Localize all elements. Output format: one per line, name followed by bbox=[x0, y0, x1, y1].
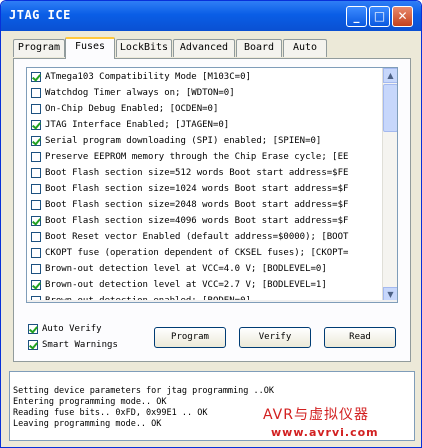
fuse-label: Boot Flash section size=4096 words Boot … bbox=[45, 216, 349, 226]
fuse-item[interactable]: On-Chip Debug Enabled; [OCDEN=0] bbox=[31, 102, 383, 117]
fuse-label: Boot Flash section size=2048 words Boot … bbox=[45, 200, 349, 210]
fuse-item[interactable]: Serial program downloading (SPI) enabled… bbox=[31, 134, 383, 149]
fuse-item[interactable]: Boot Flash section size=4096 words Boot … bbox=[31, 214, 383, 229]
fuse-label: Boot Reset vector Enabled (default addre… bbox=[45, 232, 349, 242]
watermark-title: AVR与虚拟仪器 bbox=[263, 407, 369, 423]
fuse-list-scrollbar[interactable]: ▲ ▼ bbox=[382, 68, 397, 302]
log-line: Entering programming mode.. OK bbox=[13, 397, 167, 407]
fuse-label: Boot Flash section size=512 words Boot s… bbox=[45, 168, 349, 178]
fuse-item[interactable]: Preserve EEPROM memory through the Chip … bbox=[31, 150, 383, 165]
auto-verify-label: Auto Verify bbox=[42, 324, 102, 334]
fuse-checkbox[interactable] bbox=[31, 248, 41, 258]
fuse-checkbox[interactable] bbox=[31, 232, 41, 242]
fuse-item[interactable]: Boot Flash section size=1024 words Boot … bbox=[31, 182, 383, 197]
fuse-label: Serial program downloading (SPI) enabled… bbox=[45, 136, 322, 146]
fuse-label: JTAG Interface Enabled; [JTAGEN=0] bbox=[45, 120, 230, 130]
fuse-label: Boot Flash section size=1024 words Boot … bbox=[45, 184, 349, 194]
fuse-label: Preserve EEPROM memory through the Chip … bbox=[45, 152, 349, 162]
fuse-item[interactable]: Brown-out detection level at VCC=2.7 V; … bbox=[31, 278, 383, 293]
scroll-thumb[interactable] bbox=[383, 84, 397, 132]
fuse-label: CKOPT fuse (operation dependent of CKSEL… bbox=[45, 248, 349, 258]
smart-warnings-checkbox[interactable] bbox=[28, 340, 38, 350]
fuse-checkbox[interactable] bbox=[31, 280, 41, 290]
smart-warnings-option[interactable]: Smart Warnings bbox=[28, 338, 148, 352]
log-line: Leaving programming mode.. OK bbox=[13, 419, 162, 429]
horizontal-scrollbar[interactable] bbox=[27, 300, 397, 302]
fuse-list[interactable]: ATmega103 Compatibility Mode [M103C=0] W… bbox=[26, 67, 398, 303]
jtag-ice-window: JTAG ICE _ □ ✕ Program Fuses LockBits Ad… bbox=[0, 0, 422, 448]
fuse-checkbox[interactable] bbox=[31, 120, 41, 130]
fuse-label: On-Chip Debug Enabled; [OCDEN=0] bbox=[45, 104, 219, 114]
fuses-panel: ATmega103 Compatibility Mode [M103C=0] W… bbox=[13, 58, 411, 362]
log-line: Setting device parameters for jtag progr… bbox=[13, 386, 274, 396]
fuse-label: Watchdog Timer always on; [WDTON=0] bbox=[45, 88, 235, 98]
fuse-item[interactable]: Boot Flash section size=512 words Boot s… bbox=[31, 166, 383, 181]
fuse-checkbox[interactable] bbox=[31, 104, 41, 114]
fuse-item[interactable]: JTAG Interface Enabled; [JTAGEN=0] bbox=[31, 118, 383, 133]
fuse-checkbox[interactable] bbox=[31, 200, 41, 210]
read-button[interactable]: Read bbox=[324, 327, 396, 348]
fuse-item[interactable]: Watchdog Timer always on; [WDTON=0] bbox=[31, 86, 383, 101]
tab-advanced[interactable]: Advanced bbox=[173, 39, 235, 57]
minimize-button[interactable]: _ bbox=[346, 6, 367, 27]
watermark-url: www.avrvi.com bbox=[271, 426, 379, 439]
fuse-label: ATmega103 Compatibility Mode [M103C=0] bbox=[45, 72, 251, 82]
fuse-checkbox[interactable] bbox=[31, 72, 41, 82]
maximize-button[interactable]: □ bbox=[369, 6, 390, 27]
fuse-checkbox[interactable] bbox=[31, 216, 41, 226]
fuse-checkbox[interactable] bbox=[31, 184, 41, 194]
smart-warnings-label: Smart Warnings bbox=[42, 340, 118, 350]
fuse-checkbox[interactable] bbox=[31, 88, 41, 98]
title-bar[interactable]: JTAG ICE _ □ ✕ bbox=[1, 1, 421, 31]
fuse-checkbox[interactable] bbox=[31, 152, 41, 162]
fuse-checkbox[interactable] bbox=[31, 264, 41, 274]
fuse-item[interactable]: Brown-out detection level at VCC=4.0 V; … bbox=[31, 262, 383, 277]
tab-fuses[interactable]: Fuses bbox=[65, 37, 115, 59]
fuse-label: Brown-out detection level at VCC=2.7 V; … bbox=[45, 280, 327, 290]
auto-verify-checkbox[interactable] bbox=[28, 324, 38, 334]
log-line: Reading fuse bits.. 0xFD, 0x99E1 .. OK bbox=[13, 408, 208, 418]
fuse-label: Brown-out detection level at VCC=4.0 V; … bbox=[45, 264, 327, 274]
fuse-checkbox[interactable] bbox=[31, 168, 41, 178]
fuse-item[interactable]: CKOPT fuse (operation dependent of CKSEL… bbox=[31, 246, 383, 261]
verify-button[interactable]: Verify bbox=[239, 327, 311, 348]
tab-board[interactable]: Board bbox=[236, 39, 282, 57]
scroll-up-icon[interactable]: ▲ bbox=[383, 68, 397, 83]
fuse-item[interactable]: Boot Flash section size=2048 words Boot … bbox=[31, 198, 383, 213]
tab-program[interactable]: Program bbox=[13, 39, 65, 57]
tab-strip: Program Fuses LockBits Advanced Board Au… bbox=[11, 37, 411, 59]
fuse-item[interactable]: Boot Reset vector Enabled (default addre… bbox=[31, 230, 383, 245]
window-title: JTAG ICE bbox=[9, 8, 71, 22]
auto-verify-option[interactable]: Auto Verify bbox=[28, 322, 148, 336]
tab-lockbits[interactable]: LockBits bbox=[116, 39, 172, 57]
fuse-checkbox[interactable] bbox=[31, 136, 41, 146]
close-button[interactable]: ✕ bbox=[392, 6, 413, 27]
fuse-item[interactable]: ATmega103 Compatibility Mode [M103C=0] bbox=[31, 70, 383, 85]
program-button[interactable]: Program bbox=[154, 327, 226, 348]
tab-auto[interactable]: Auto bbox=[283, 39, 327, 57]
